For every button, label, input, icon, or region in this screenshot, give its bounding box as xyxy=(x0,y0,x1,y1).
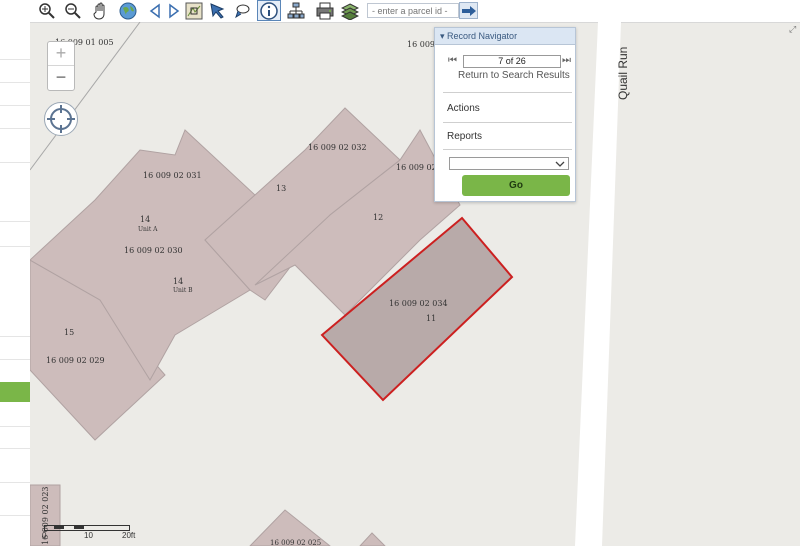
back-icon[interactable] xyxy=(145,1,165,21)
divider xyxy=(443,92,572,93)
record-navigator: ▾ Record Navigator ⏮ 7 of 26 ⏭ Return to… xyxy=(434,27,576,202)
zoom-in-icon[interactable] xyxy=(37,1,57,21)
zoom-control: + − xyxy=(47,41,75,91)
lot-number: 13 xyxy=(276,184,286,193)
record-pager: 7 of 26 xyxy=(463,55,561,68)
zoom-out-button[interactable]: − xyxy=(48,66,74,89)
record-navigator-header[interactable]: ▾ Record Navigator xyxy=(435,28,575,45)
expand-icon[interactable]: ⤢ xyxy=(789,24,796,35)
parcel-id-label: 16 009 02 032 xyxy=(308,143,367,152)
lot-number: 12 xyxy=(373,213,383,222)
scale-zero: 0 xyxy=(42,531,47,540)
globe-icon[interactable] xyxy=(118,1,138,21)
scale-ten: 10 xyxy=(84,531,93,540)
zoom-in-button[interactable]: + xyxy=(48,42,74,66)
pan-icon[interactable] xyxy=(91,1,111,21)
lot-number: 11 xyxy=(426,314,436,323)
layers-icon[interactable] xyxy=(340,1,360,21)
parcel-bottom xyxy=(359,532,386,546)
lot-number: 14 xyxy=(140,215,150,224)
unit-label: Unit A xyxy=(138,226,158,233)
lot-number: 15 xyxy=(64,328,74,337)
zoom-out-icon[interactable] xyxy=(63,1,83,21)
parcel-id-label: 16 009 02 034 xyxy=(389,299,448,308)
parcel-id-label: 16 009 02 031 xyxy=(143,171,202,180)
divider xyxy=(443,122,572,123)
first-record-icon[interactable]: ⏮ xyxy=(448,55,457,66)
actions-menu[interactable]: Actions xyxy=(447,103,480,114)
left-panel xyxy=(0,22,30,546)
lot-number: 14 xyxy=(173,277,183,286)
record-navigator-title: Record Navigator xyxy=(447,31,518,41)
report-select[interactable] xyxy=(449,157,569,170)
panel-toggle-tab[interactable] xyxy=(0,382,30,402)
select-icon[interactable] xyxy=(208,1,228,21)
collapse-icon: ▾ xyxy=(440,31,448,41)
print-icon[interactable] xyxy=(315,1,335,21)
chevron-down-icon xyxy=(555,161,565,167)
last-record-icon[interactable]: ⏭ xyxy=(562,55,571,66)
go-button[interactable]: Go xyxy=(462,175,570,196)
street-label: Quail Run xyxy=(616,47,630,100)
full-extent-icon[interactable] xyxy=(184,1,204,21)
scale-twenty: 20ft xyxy=(122,531,136,540)
parcel-id-label: 16 009 02 025 xyxy=(270,539,321,546)
road-quail-run xyxy=(575,22,621,546)
tree-icon[interactable] xyxy=(286,1,306,21)
return-to-search-link[interactable]: Return to Search Results xyxy=(458,70,570,81)
parcel-id-label: 16 009 02 029 xyxy=(46,356,105,365)
search-go-button[interactable] xyxy=(459,2,478,19)
unit-label: Unit B xyxy=(173,287,193,294)
forward-icon[interactable] xyxy=(164,1,184,21)
crosshair-icon xyxy=(47,105,75,133)
divider xyxy=(443,149,572,150)
parcel-id-label: 16 009 02 030 xyxy=(124,246,183,255)
locate-button[interactable] xyxy=(44,102,78,136)
parcel-search-input[interactable] xyxy=(367,3,459,18)
parcel-map: 16 009 01 005 16 009 02 031 14 Unit A 16… xyxy=(30,22,630,546)
reports-menu[interactable]: Reports xyxy=(447,131,482,142)
map-canvas[interactable]: 16 009 01 005 16 009 02 031 14 Unit A 16… xyxy=(30,22,800,546)
info-icon[interactable] xyxy=(257,0,281,21)
toolbar xyxy=(0,0,800,23)
lasso-icon[interactable] xyxy=(232,1,252,21)
arrow-right-icon xyxy=(461,5,476,16)
